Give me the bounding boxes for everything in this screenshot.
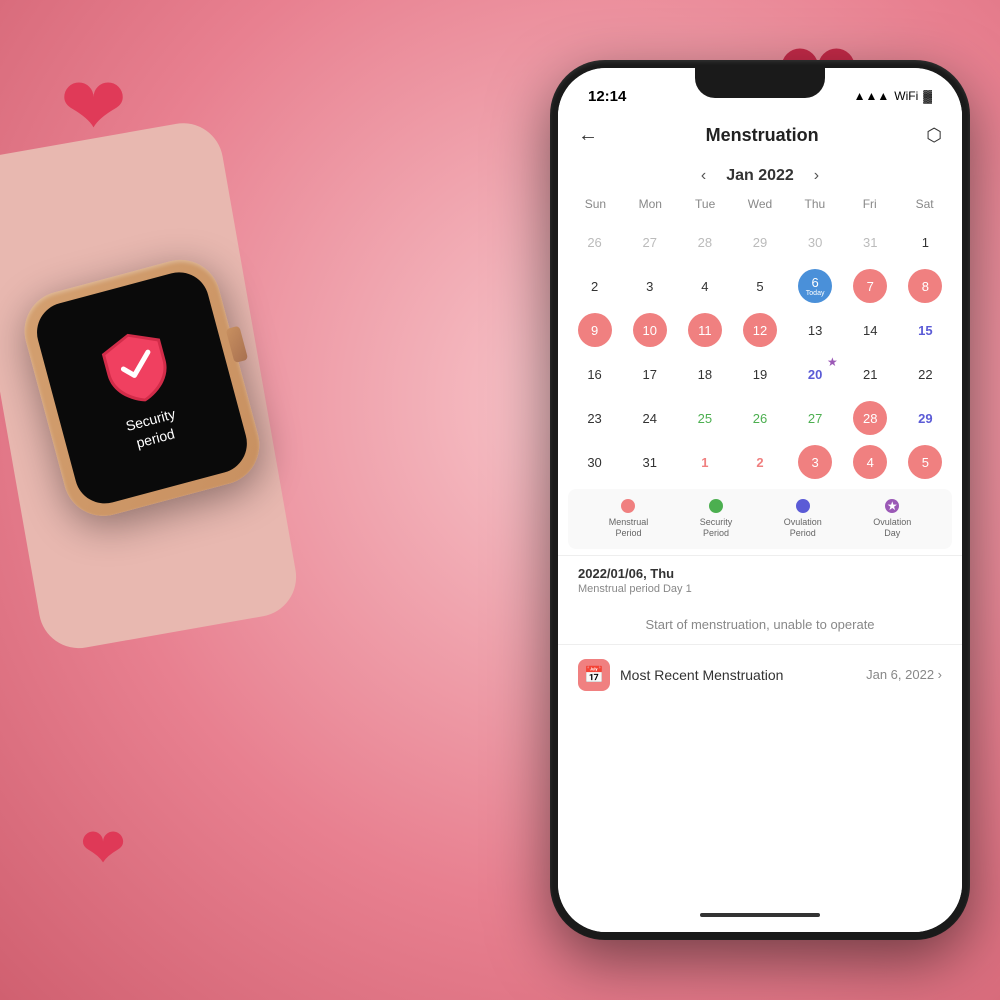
watch-label: Security period bbox=[124, 405, 182, 453]
signal-icon: ▲▲▲ bbox=[854, 89, 890, 103]
calendar-grid: 26 27 28 29 30 31 1 2 3 4 5 bbox=[568, 221, 952, 483]
heart-decoration-bottom-left: ❤ bbox=[80, 816, 126, 880]
table-row[interactable]: 14 bbox=[844, 309, 897, 351]
legend-dot-menstrual bbox=[621, 499, 635, 513]
calendar-icon: 📅 bbox=[578, 659, 610, 691]
recent-menstruation-row[interactable]: 📅 Most Recent Menstruation Jan 6, 2022 › bbox=[558, 645, 962, 705]
phone: 12:14 ▲▲▲ WiFi ▓ ← Menstruation ⬡ ‹ Jan … bbox=[550, 60, 970, 940]
day-thu: Thu bbox=[787, 193, 842, 215]
today-cell[interactable]: 6 Today bbox=[789, 265, 842, 307]
day-mon: Mon bbox=[623, 193, 678, 215]
month-nav: ‹ Jan 2022 › bbox=[558, 159, 962, 193]
shield-icon bbox=[92, 320, 179, 411]
app-header: ← Menstruation ⬡ bbox=[558, 112, 962, 159]
table-row[interactable]: 3 bbox=[623, 265, 676, 307]
back-button[interactable]: ← bbox=[578, 124, 598, 147]
table-row[interactable]: 25 bbox=[678, 397, 731, 439]
day-tue: Tue bbox=[678, 193, 733, 215]
info-date: 2022/01/06, Thu bbox=[578, 566, 942, 581]
day-fri: Fri bbox=[842, 193, 897, 215]
table-row[interactable]: 5 bbox=[733, 265, 786, 307]
table-row[interactable]: 28 bbox=[678, 221, 731, 263]
home-indicator bbox=[700, 913, 820, 917]
legend-security: SecurityPeriod bbox=[700, 499, 733, 539]
table-row[interactable]: 7 bbox=[844, 265, 897, 307]
phone-screen: 12:14 ▲▲▲ WiFi ▓ ← Menstruation ⬡ ‹ Jan … bbox=[558, 68, 962, 932]
legend-menstrual: MenstrualPeriod bbox=[609, 499, 649, 539]
table-row[interactable]: 24 bbox=[623, 397, 676, 439]
watch-screen: Security period bbox=[30, 266, 253, 511]
table-row[interactable]: 9 bbox=[568, 309, 621, 351]
battery-icon: ▓ bbox=[923, 89, 932, 103]
settings-icon[interactable]: ⬡ bbox=[926, 125, 942, 146]
table-row[interactable]: 16 bbox=[568, 353, 621, 395]
calendar-legend: MenstrualPeriod SecurityPeriod Ovulation… bbox=[568, 489, 952, 549]
table-row[interactable]: 27 bbox=[789, 397, 842, 439]
table-row[interactable]: 22 bbox=[899, 353, 952, 395]
legend-ovulation-period: OvulationPeriod bbox=[784, 499, 822, 539]
status-time: 12:14 bbox=[588, 88, 626, 105]
table-row[interactable]: 17 bbox=[623, 353, 676, 395]
table-row[interactable]: 27 bbox=[623, 221, 676, 263]
table-row[interactable]: 13 bbox=[789, 309, 842, 351]
table-row[interactable]: 12 bbox=[733, 309, 786, 351]
recent-left: 📅 Most Recent Menstruation bbox=[578, 659, 783, 691]
status-icons: ▲▲▲ WiFi ▓ bbox=[854, 89, 932, 103]
calendar: Sun Mon Tue Wed Thu Fri Sat 26 27 28 29 bbox=[558, 193, 962, 483]
day-wed: Wed bbox=[733, 193, 788, 215]
table-row[interactable]: 10 bbox=[623, 309, 676, 351]
ovulation-day-cell[interactable]: 20 ★ bbox=[789, 353, 842, 395]
selected-date-info: 2022/01/06, Thu Menstrual period Day 1 bbox=[558, 555, 962, 605]
table-row[interactable]: 5 bbox=[899, 441, 952, 483]
table-row[interactable]: 30 bbox=[568, 441, 621, 483]
table-row[interactable]: 4 bbox=[678, 265, 731, 307]
table-row[interactable]: 23 bbox=[568, 397, 621, 439]
table-row[interactable]: 11 bbox=[678, 309, 731, 351]
table-row[interactable]: 28 bbox=[844, 397, 897, 439]
app-content: ← Menstruation ⬡ ‹ Jan 2022 › Sun Mon Tu… bbox=[558, 112, 962, 932]
table-row[interactable]: 26 bbox=[568, 221, 621, 263]
table-row[interactable]: 29 bbox=[899, 397, 952, 439]
table-row[interactable]: 2 bbox=[733, 441, 786, 483]
table-row[interactable]: 4 bbox=[844, 441, 897, 483]
legend-ovulation-day: ★ OvulationDay bbox=[873, 499, 911, 539]
table-row[interactable]: 21 bbox=[844, 353, 897, 395]
phone-body: 12:14 ▲▲▲ WiFi ▓ ← Menstruation ⬡ ‹ Jan … bbox=[550, 60, 970, 940]
table-row[interactable]: 3 bbox=[789, 441, 842, 483]
table-row[interactable]: 29 bbox=[733, 221, 786, 263]
legend-label-ovulation-period: OvulationPeriod bbox=[784, 517, 822, 539]
legend-label-ovulation-day: OvulationDay bbox=[873, 517, 911, 539]
legend-dot-security bbox=[709, 499, 723, 513]
recent-label: Most Recent Menstruation bbox=[620, 667, 783, 683]
table-row[interactable]: 15 bbox=[899, 309, 952, 351]
legend-dot-ovulation-day: ★ bbox=[885, 499, 899, 513]
wifi-icon: WiFi bbox=[894, 89, 918, 103]
table-row[interactable]: 1 bbox=[678, 441, 731, 483]
legend-label-menstrual: MenstrualPeriod bbox=[609, 517, 649, 539]
table-row[interactable]: 19 bbox=[733, 353, 786, 395]
table-row[interactable]: 26 bbox=[733, 397, 786, 439]
day-sun: Sun bbox=[568, 193, 623, 215]
table-row[interactable]: 31 bbox=[844, 221, 897, 263]
page-title: Menstruation bbox=[706, 125, 819, 146]
table-row[interactable]: 30 bbox=[789, 221, 842, 263]
legend-label-security: SecurityPeriod bbox=[700, 517, 733, 539]
table-row[interactable]: 2 bbox=[568, 265, 621, 307]
table-row[interactable]: 1 bbox=[899, 221, 952, 263]
calendar-header: Sun Mon Tue Wed Thu Fri Sat bbox=[568, 193, 952, 215]
notch bbox=[695, 68, 825, 98]
prev-month-button[interactable]: ‹ bbox=[701, 167, 706, 185]
table-row[interactable]: 18 bbox=[678, 353, 731, 395]
next-month-button[interactable]: › bbox=[814, 167, 819, 185]
info-message: Start of menstruation, unable to operate bbox=[558, 605, 962, 645]
info-sub: Menstrual period Day 1 bbox=[578, 583, 942, 595]
month-title: Jan 2022 bbox=[726, 167, 794, 185]
table-row[interactable]: 8 bbox=[899, 265, 952, 307]
legend-dot-ovulation-period bbox=[796, 499, 810, 513]
recent-value: Jan 6, 2022 › bbox=[866, 667, 942, 682]
table-row[interactable]: 31 bbox=[623, 441, 676, 483]
day-sat: Sat bbox=[897, 193, 952, 215]
